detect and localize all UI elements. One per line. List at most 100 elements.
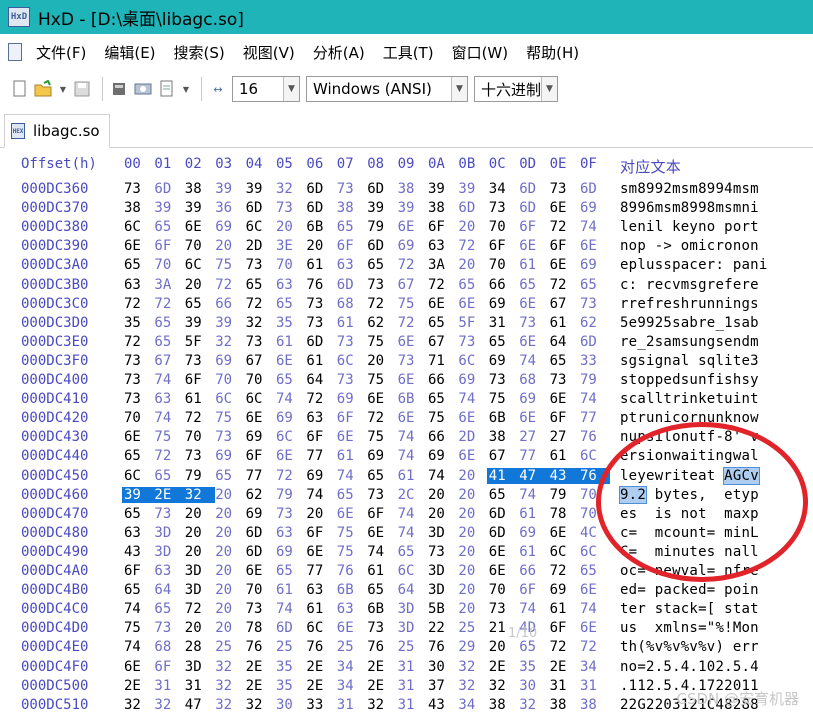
hex-byte[interactable]: 33 bbox=[580, 353, 600, 369]
hex-byte[interactable]: 32 bbox=[215, 678, 235, 694]
hex-byte[interactable]: 74 bbox=[276, 391, 296, 407]
hex-byte[interactable]: 6E bbox=[519, 334, 539, 350]
row-text[interactable]: eplusspacer: pani bbox=[620, 257, 768, 273]
hex-byte[interactable]: 31 bbox=[398, 697, 418, 713]
hex-byte[interactable]: 25 bbox=[337, 639, 357, 655]
hex-byte[interactable]: 5F bbox=[185, 334, 205, 350]
hex-byte[interactable]: 69 bbox=[489, 353, 509, 369]
hex-byte[interactable]: 6E bbox=[550, 257, 570, 273]
hex-byte[interactable]: 65 bbox=[489, 487, 509, 503]
hex-byte[interactable]: 72 bbox=[154, 448, 174, 464]
hex-byte[interactable]: 6E bbox=[580, 238, 600, 254]
hex-byte[interactable]: 2E bbox=[246, 659, 266, 675]
hex-byte[interactable]: 73 bbox=[489, 601, 509, 617]
hex-byte[interactable]: 73 bbox=[246, 334, 266, 350]
hex-byte[interactable]: 6E bbox=[124, 429, 144, 445]
menu-file[interactable]: 文件(F) bbox=[34, 40, 88, 65]
hex-byte[interactable]: 32 bbox=[124, 697, 144, 713]
hex-byte[interactable]: 6B bbox=[306, 219, 326, 235]
hex-byte[interactable]: 38 bbox=[428, 200, 448, 216]
hex-byte[interactable]: 66 bbox=[428, 372, 448, 388]
hex-byte[interactable]: 3D bbox=[428, 563, 448, 579]
hex-byte[interactable]: 63 bbox=[276, 525, 296, 541]
hex-byte[interactable]: 72 bbox=[154, 296, 174, 312]
hex-byte[interactable]: 30 bbox=[519, 678, 539, 694]
hex-byte[interactable]: 79 bbox=[367, 219, 387, 235]
hex-byte[interactable]: 6D bbox=[489, 525, 509, 541]
hex-byte[interactable]: 65 bbox=[124, 582, 144, 598]
chevron-down-icon[interactable]: ▼ bbox=[541, 77, 557, 101]
hex-byte[interactable]: 73 bbox=[367, 277, 387, 293]
hex-byte[interactable]: 72 bbox=[246, 296, 266, 312]
hex-row[interactable]: 000DC420 70 74 72 75 6E 69 63 6F 72 6E 75 6E 6B 6E 6F 77… bbox=[0, 410, 813, 430]
hex-byte[interactable]: 69 bbox=[580, 257, 600, 273]
hex-byte[interactable]: 20 bbox=[306, 238, 326, 254]
hex-byte[interactable]: 72 bbox=[215, 277, 235, 293]
hex-byte[interactable]: 65 bbox=[154, 315, 174, 331]
hex-byte[interactable]: 6C bbox=[185, 257, 205, 273]
hex-byte[interactable]: 6D bbox=[154, 181, 174, 197]
hex-byte[interactable]: 70 bbox=[489, 257, 509, 273]
hex-byte[interactable]: 6D bbox=[246, 200, 266, 216]
hex-byte[interactable]: 6C bbox=[580, 544, 600, 560]
hex-byte[interactable]: 20 bbox=[185, 506, 205, 522]
row-text[interactable]: 9.2 bytes, etyp bbox=[618, 485, 759, 504]
hex-byte[interactable]: 65 bbox=[519, 277, 539, 293]
hex-byte[interactable]: 20 bbox=[458, 487, 478, 503]
hex-byte[interactable]: 65 bbox=[580, 563, 600, 579]
hex-byte[interactable]: 74 bbox=[276, 601, 296, 617]
hex-byte[interactable]: 25 bbox=[398, 639, 418, 655]
hex-byte[interactable]: 25 bbox=[215, 639, 235, 655]
hex-byte[interactable]: 6E bbox=[337, 506, 357, 522]
hex-byte[interactable]: 61 bbox=[306, 353, 326, 369]
hex-byte[interactable]: 74 bbox=[580, 219, 600, 235]
hex-byte[interactable]: 75 bbox=[367, 429, 387, 445]
hex-byte[interactable]: 20 bbox=[458, 257, 478, 273]
hex-byte[interactable]: 6F bbox=[519, 219, 539, 235]
hex-byte[interactable]: 37 bbox=[428, 678, 448, 694]
hex-byte[interactable]: 2E bbox=[152, 486, 185, 503]
hex-byte[interactable]: 20 bbox=[215, 525, 235, 541]
hex-byte[interactable]: 6D bbox=[580, 181, 600, 197]
hex-byte[interactable]: 6E bbox=[580, 620, 600, 636]
hex-byte[interactable]: 75 bbox=[337, 525, 357, 541]
hex-byte[interactable]: 6F bbox=[154, 659, 174, 675]
hex-byte[interactable]: 66 bbox=[519, 563, 539, 579]
hex-byte[interactable]: 6E bbox=[185, 219, 205, 235]
hex-byte[interactable]: 73 bbox=[246, 257, 266, 273]
hex-byte[interactable]: 74 bbox=[154, 410, 174, 426]
hex-byte[interactable]: 38 bbox=[398, 181, 418, 197]
hex-byte[interactable]: 67 bbox=[489, 448, 509, 464]
hex-byte[interactable]: 6C bbox=[124, 468, 144, 484]
hex-byte[interactable]: 79 bbox=[580, 372, 600, 388]
hex-byte[interactable]: 65 bbox=[154, 601, 174, 617]
hex-byte[interactable]: 6D bbox=[306, 200, 326, 216]
row-text[interactable]: us xmlns="%!Mon bbox=[620, 620, 759, 636]
hex-byte[interactable]: 6D bbox=[306, 334, 326, 350]
hex-byte[interactable]: 72 bbox=[550, 219, 570, 235]
hex-byte[interactable]: 20 bbox=[185, 620, 205, 636]
hex-byte[interactable]: 72 bbox=[550, 563, 570, 579]
hex-byte[interactable]: 20 bbox=[489, 639, 509, 655]
hex-byte[interactable]: 69 bbox=[489, 296, 509, 312]
hex-byte[interactable]: 73 bbox=[489, 200, 509, 216]
hex-byte[interactable]: 61 bbox=[276, 334, 296, 350]
hex-byte[interactable]: 64 bbox=[550, 334, 570, 350]
hex-byte[interactable]: 6F bbox=[337, 410, 357, 426]
hex-byte[interactable]: 72 bbox=[398, 315, 418, 331]
hex-byte[interactable]: 20 bbox=[185, 544, 205, 560]
hex-byte[interactable]: 65 bbox=[550, 353, 570, 369]
hex-byte[interactable]: 6E bbox=[519, 410, 539, 426]
hex-byte[interactable]: 6D bbox=[580, 334, 600, 350]
hex-byte[interactable]: 31 bbox=[337, 697, 357, 713]
hex-byte[interactable]: 62 bbox=[580, 315, 600, 331]
hex-byte[interactable]: 72 bbox=[367, 410, 387, 426]
hex-byte[interactable]: 73 bbox=[246, 601, 266, 617]
hex-byte[interactable]: 76 bbox=[428, 639, 448, 655]
hex-byte[interactable]: 20 bbox=[185, 525, 205, 541]
hex-byte[interactable]: 2E bbox=[306, 659, 326, 675]
hex-byte[interactable]: 3D bbox=[428, 582, 448, 598]
hex-byte[interactable]: 63 bbox=[276, 277, 296, 293]
hex-byte[interactable]: 75 bbox=[154, 429, 174, 445]
hex-byte[interactable]: 6E bbox=[276, 353, 296, 369]
